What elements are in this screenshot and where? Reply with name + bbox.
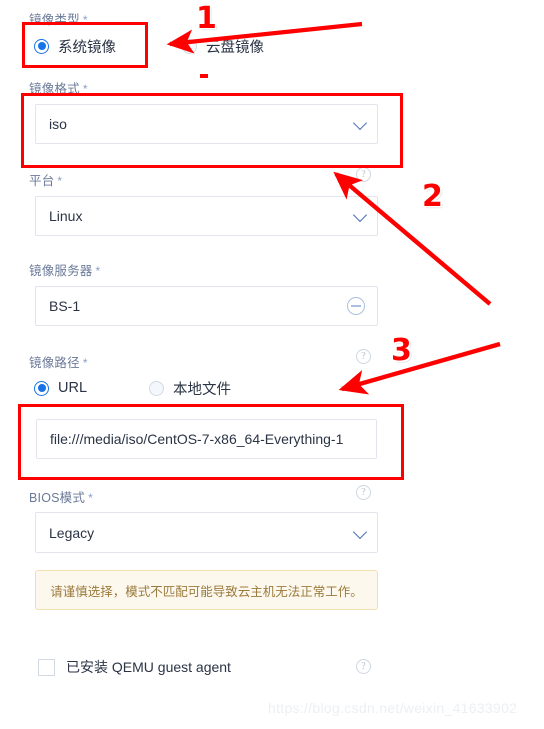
label-image-format: 镜像格式 * (29, 78, 88, 97)
checkbox-label: 已安装 QEMU guest agent (66, 659, 231, 675)
select-image-format[interactable]: iso (35, 104, 378, 144)
help-icon-glyph: ? (361, 487, 366, 498)
annotation-number-3: 3 (391, 333, 412, 368)
input-image-path-url-value: file:///media/iso/CentOS-7-x86_64-Everyt… (50, 431, 344, 447)
radio-label-disk-image: 云盘镜像 (206, 39, 264, 56)
label-image-type-text: 镜像类型 (29, 13, 80, 27)
radio-label-system-image: 系统镜像 (58, 39, 116, 56)
label-platform: 平台 * (29, 170, 62, 189)
required-asterisk: * (82, 13, 88, 27)
chevron-down-icon (352, 524, 368, 539)
select-bios-mode[interactable]: Legacy (35, 512, 378, 553)
required-asterisk: * (95, 264, 101, 278)
label-image-server: 镜像服务器 * (29, 260, 100, 279)
bios-mode-warning-text: 请谨慎选择，模式不匹配可能导致云主机无法正常工作。 (50, 584, 363, 599)
input-image-path-url[interactable]: file:///media/iso/CentOS-7-x86_64-Everyt… (36, 419, 377, 459)
chevron-down-icon (352, 115, 368, 131)
required-asterisk: * (57, 174, 63, 188)
select-platform-value: Linux (49, 208, 83, 224)
help-icon-glyph: ? (361, 169, 366, 180)
radio-image-type-system[interactable]: 系统镜像 (34, 36, 116, 56)
label-image-path-text: 镜像路径 (29, 356, 80, 370)
radio-image-type-disk[interactable]: 云盘镜像 (182, 36, 264, 56)
image-create-form: 镜像类型 * 系统镜像 云盘镜像 镜像格式 * iso 平台 * ? Linux 镜像… (0, 0, 544, 729)
label-image-path: 镜像路径 * (29, 352, 88, 371)
radio-group-image-type: 系统镜像 云盘镜像 (34, 36, 364, 56)
label-platform-text: 平台 (29, 174, 55, 188)
bios-mode-warning: 请谨慎选择，模式不匹配可能导致云主机无法正常工作。 (35, 570, 378, 610)
required-asterisk: * (82, 82, 88, 96)
help-icon-glyph: ? (361, 351, 366, 362)
watermark-text: https://blog.csdn.net/weixin_41633902 (268, 700, 518, 716)
required-asterisk: * (88, 491, 93, 505)
help-icon-image-path[interactable]: ? (356, 349, 371, 364)
help-icon-platform[interactable]: ? (356, 167, 371, 182)
annotation-arrow-2 (333, 171, 492, 306)
radio-dot-unselected (149, 380, 164, 396)
select-image-format-value: iso (49, 116, 67, 132)
label-image-server-text: 镜像服务器 (29, 264, 93, 278)
annotation-number-1: 1 (196, 1, 217, 36)
radio-dot-selected (34, 38, 49, 54)
minus-circle-icon[interactable] (347, 297, 365, 315)
label-image-type: 镜像类型 * (29, 9, 88, 28)
help-icon-glyph: ? (361, 661, 366, 672)
label-bios-mode-text: BIOS模式 (29, 491, 86, 505)
label-image-format-text: 镜像格式 (29, 82, 80, 96)
help-icon-bios-mode[interactable]: ? (356, 485, 371, 500)
label-bios-mode: BIOS模式 * (29, 487, 93, 506)
input-image-server[interactable]: BS-1 (35, 286, 378, 326)
radio-label-url: URL (58, 380, 88, 396)
help-icon-qemu-guest-agent[interactable]: ? (356, 659, 371, 674)
select-bios-mode-value: Legacy (49, 524, 95, 541)
required-asterisk: * (82, 356, 88, 370)
checkbox-box[interactable] (38, 658, 55, 676)
radio-image-path-local-file[interactable]: 本地文件 (149, 378, 231, 398)
checkbox-qemu-guest-agent[interactable]: 已安装 QEMU guest agent (38, 657, 231, 677)
radio-label-local-file: 本地文件 (173, 381, 231, 398)
select-platform[interactable]: Linux (35, 196, 378, 236)
radio-group-image-path: URL 本地文件 (34, 378, 364, 398)
chevron-down-icon (352, 207, 368, 223)
annotation-number-2: 2 (422, 179, 443, 214)
radio-dot-unselected (182, 38, 197, 54)
radio-image-path-url[interactable]: URL (34, 378, 87, 398)
radio-dot-selected (34, 380, 49, 396)
input-image-server-value: BS-1 (49, 298, 81, 314)
